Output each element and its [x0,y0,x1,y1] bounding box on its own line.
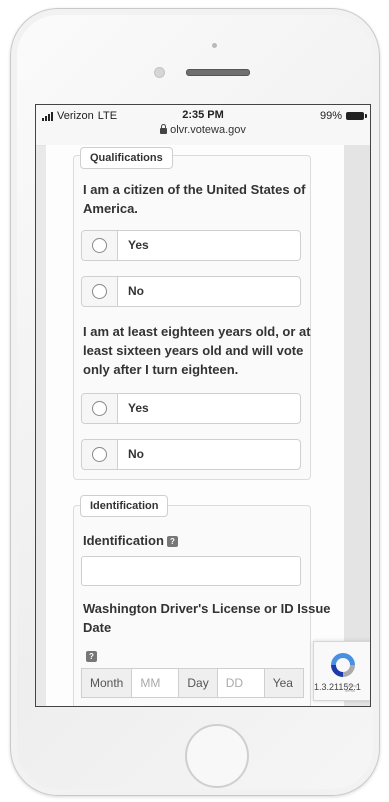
recaptcha-badge[interactable]: 1.3.21152.1 Privacy - Terms [313,641,370,701]
home-button[interactable] [185,724,249,788]
issue-date-label: Washington Driver's License or ID Issue … [83,601,331,635]
radio-cell [82,231,118,260]
help-icon[interactable]: ? [86,651,97,662]
age-question: I am at least eighteen years old, or at … [83,324,311,377]
recaptcha-icon [331,653,355,677]
option-label: No [128,447,144,461]
lock-icon [160,124,168,134]
issue-date-group: Month MM Day DD Yea [81,668,304,698]
recaptcha-fine-print: Privacy - Terms [344,683,360,693]
option-label: Yes [128,401,149,415]
day-input[interactable]: DD [216,668,265,698]
proximity-sensor [154,67,165,78]
battery-percent: 99% [319,110,342,122]
age-yes-radio[interactable] [92,401,107,416]
citizen-yes-radio[interactable] [92,238,107,253]
option-label: Yes [128,238,149,252]
identification-legend: Identification [80,495,169,517]
citizen-question: I am a citizen of the United States of A… [83,182,306,216]
earpiece-speaker [186,69,250,76]
month-addon: Month [81,668,133,698]
year-addon: Yea [263,668,304,698]
radio-cell [82,440,118,469]
age-no-option[interactable]: No [81,439,301,470]
citizen-yes-option[interactable]: Yes [81,230,301,261]
qualifications-legend: Qualifications [80,147,173,169]
age-no-radio[interactable] [92,447,107,462]
identification-input[interactable] [81,556,301,586]
day-addon: Day [178,668,218,698]
age-yes-option[interactable]: Yes [81,393,301,424]
radio-cell [82,394,118,423]
identification-label-text: Identification [83,533,164,548]
help-icon[interactable]: ? [166,536,178,548]
battery-status: 99% [319,110,367,122]
option-label: No [128,284,144,298]
status-bar: Verizon LTE 2:35 PM olvr.votewa.gov 99% [36,105,370,146]
url-text: olvr.votewa.gov [170,124,246,136]
web-content: Qualifications I am a citizen of the Uni… [36,145,370,706]
battery-icon [346,112,367,120]
address-bar[interactable]: olvr.votewa.gov [36,124,370,136]
month-input[interactable]: MM [131,668,180,698]
citizen-no-option[interactable]: No [81,276,301,307]
radio-cell [82,277,118,306]
phone-screen: Verizon LTE 2:35 PM olvr.votewa.gov 99% … [35,104,371,707]
page-margin [344,145,370,706]
identification-label: Identification? [83,531,178,550]
front-camera [212,43,217,48]
citizen-no-radio[interactable] [92,284,107,299]
